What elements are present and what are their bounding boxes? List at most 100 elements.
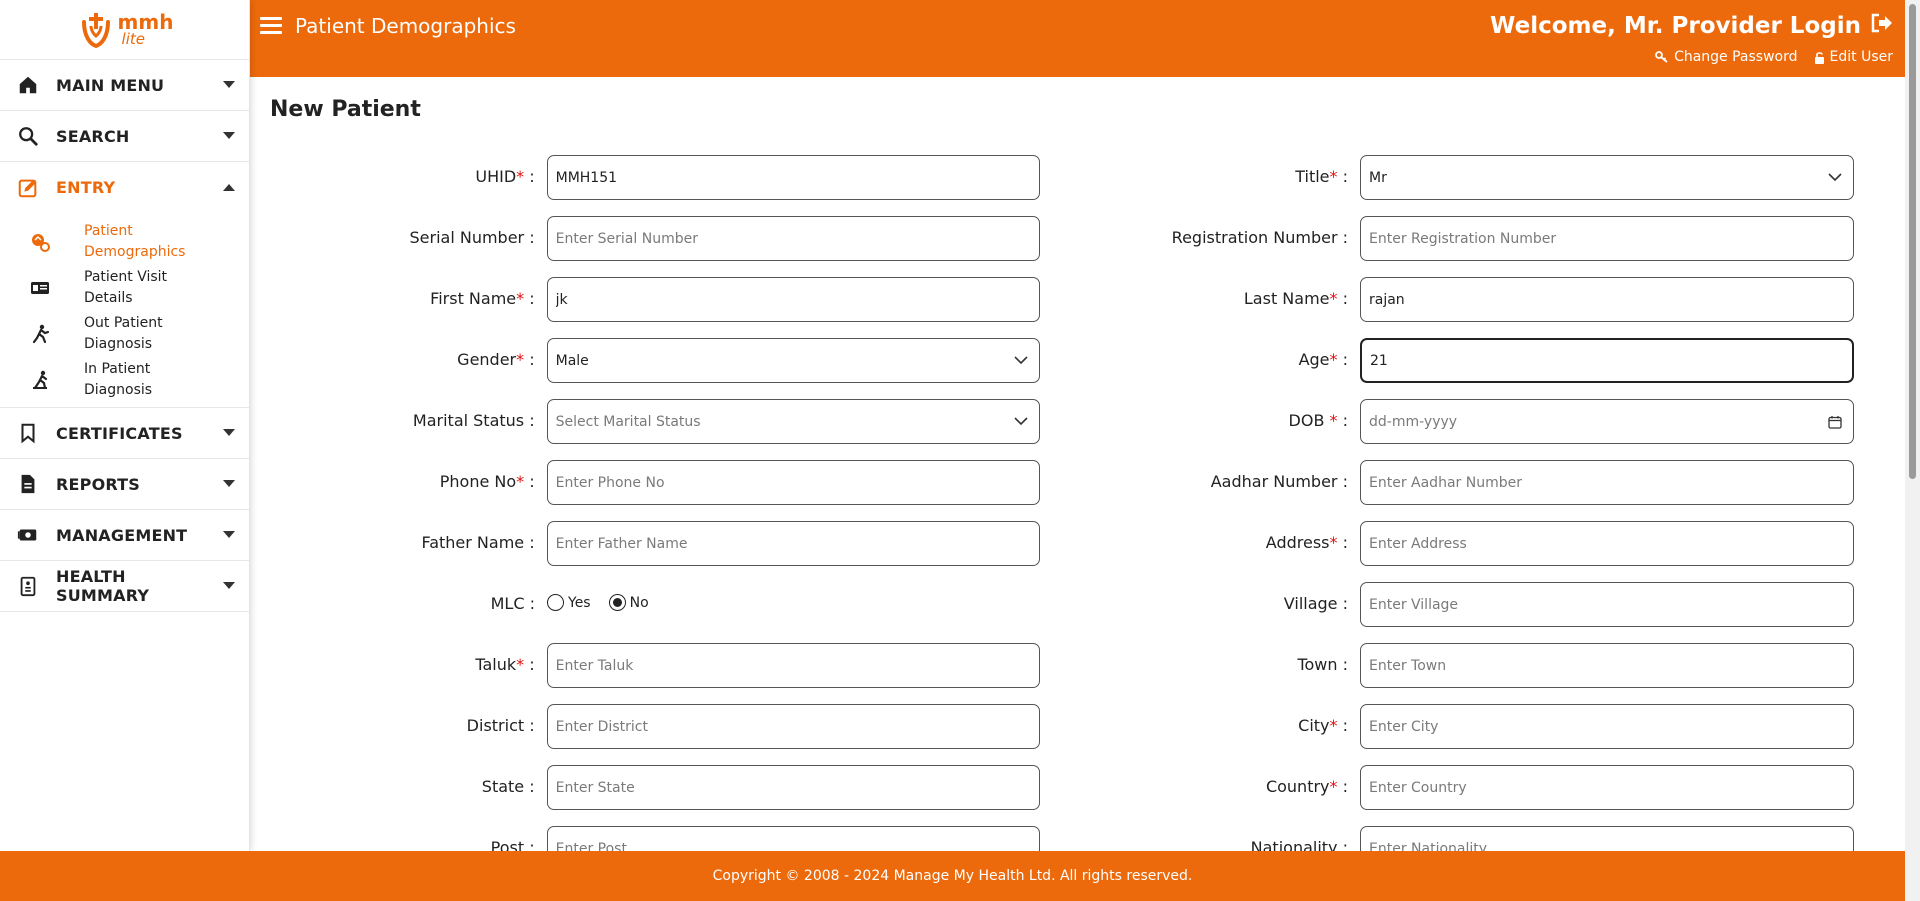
- village-input[interactable]: [1369, 596, 1845, 613]
- first-name-field: [546, 277, 1040, 322]
- copyright-text: Copyright © 2008 - 2024 Manage My Health…: [712, 868, 1193, 884]
- sidebar-subitem-patient-demographics[interactable]: Patient Demographics: [0, 219, 249, 265]
- mlc-radio-no[interactable]: No: [608, 594, 649, 611]
- aadhar-number-label-text: Aadhar Number: [1210, 472, 1338, 491]
- sidebar-subitem-in-patient-diagnosis[interactable]: In Patient Diagnosis: [0, 357, 249, 403]
- country-label: Country* :: [1265, 777, 1348, 796]
- mmh-logo-icon: [81, 12, 110, 48]
- city-label: City* :: [1298, 716, 1348, 735]
- father-name-label: Father Name :: [421, 533, 535, 552]
- sidebar-item-label: REPORTS: [56, 474, 141, 494]
- change-password-link[interactable]: Change Password: [1655, 49, 1798, 65]
- serial-number-input[interactable]: [555, 230, 1031, 247]
- calendar-icon[interactable]: [1825, 415, 1845, 429]
- home-icon: [0, 74, 56, 96]
- sidebar-item-management[interactable]: MANAGEMENT: [0, 510, 249, 561]
- sidebar-subitem-out-patient-diagnosis[interactable]: Out Patient Diagnosis: [0, 311, 249, 357]
- bed-person-icon: [0, 370, 56, 390]
- sidebar-item-entry[interactable]: ENTRY: [0, 162, 249, 213]
- form-row-post: Post :: [250, 826, 1040, 851]
- nationality-input[interactable]: [1369, 840, 1845, 851]
- gender-select[interactable]: Male: [546, 338, 1040, 383]
- marital-status-select-value: Select Marital Status: [555, 413, 701, 430]
- gender-select-value: Male: [555, 352, 589, 369]
- hamburger-menu-icon[interactable]: [260, 17, 282, 37]
- post-input[interactable]: [555, 840, 1031, 851]
- edit-icon: [0, 177, 56, 199]
- registration-number-label-text: Registration Number: [1171, 228, 1338, 247]
- edit-user-link[interactable]: Edit User: [1814, 49, 1893, 65]
- required-marker: *: [516, 472, 525, 491]
- marital-status-label-text: Marital Status: [412, 411, 525, 430]
- sidebar-subitem-patient-visit-details[interactable]: Patient Visit Details: [0, 265, 249, 311]
- sidebar-subitem-label: Out Patient Diagnosis: [84, 315, 163, 352]
- taluk-input[interactable]: [555, 657, 1031, 674]
- form-row-first-name: First Name* :: [250, 277, 1040, 338]
- chevron-down-icon: [1825, 173, 1845, 182]
- page-scrollbar[interactable]: [1905, 0, 1920, 901]
- form-row-town: Town :: [1050, 643, 1860, 704]
- age-label: Age* :: [1298, 350, 1348, 369]
- age-input[interactable]: [1370, 352, 1844, 369]
- country-field: [1360, 765, 1854, 810]
- top-header: Patient Demographics Welcome, Mr. Provid…: [250, 0, 1905, 77]
- logout-icon[interactable]: [1871, 13, 1893, 39]
- address-input[interactable]: [1369, 535, 1845, 552]
- state-input[interactable]: [555, 779, 1031, 796]
- lock-icon: [1814, 51, 1824, 64]
- sidebar-item-reports[interactable]: REPORTS: [0, 459, 249, 510]
- sidebar-subitem-label: In Patient Diagnosis: [84, 361, 153, 398]
- town-field: [1360, 643, 1854, 688]
- last-name-input[interactable]: [1369, 291, 1845, 308]
- sidebar-item-main-menu[interactable]: MAIN MENU: [0, 60, 249, 111]
- dob-date-input[interactable]: dd-mm-yyyy: [1360, 399, 1854, 444]
- sidebar-item-health-summary[interactable]: HEALTH SUMMARY: [0, 561, 249, 612]
- age-label-text: Age: [1298, 350, 1330, 369]
- caret-up-icon: [209, 183, 249, 192]
- phone-no-label-text: Phone No: [439, 472, 517, 491]
- aadhar-number-input[interactable]: [1369, 474, 1845, 491]
- form-row-gender: Gender* : Male: [250, 338, 1040, 399]
- serial-number-label: Serial Number :: [409, 228, 535, 247]
- sidebar-item-certificates[interactable]: CERTIFICATES: [0, 408, 249, 459]
- mlc-radio-yes[interactable]: Yes: [547, 594, 591, 611]
- registration-number-input[interactable]: [1369, 230, 1845, 247]
- phone-no-input[interactable]: [555, 474, 1031, 491]
- town-input[interactable]: [1369, 657, 1845, 674]
- city-input[interactable]: [1369, 718, 1845, 735]
- uhid-input[interactable]: [555, 169, 1031, 186]
- gender-label-text: Gender: [457, 350, 517, 369]
- state-field: [546, 765, 1040, 810]
- form-row-city: City* :: [1050, 704, 1860, 765]
- money-icon: [0, 524, 56, 546]
- form-row-uhid: UHID* :: [250, 155, 1040, 216]
- title-select[interactable]: Mr: [1360, 155, 1854, 200]
- form-row-state: State :: [250, 765, 1040, 826]
- required-marker: *: [1329, 533, 1338, 552]
- district-input[interactable]: [555, 718, 1031, 735]
- father-name-input[interactable]: [555, 535, 1031, 552]
- caret-down-icon: [209, 582, 249, 590]
- id-card-icon: [0, 278, 56, 298]
- taluk-field: [546, 643, 1040, 688]
- header-links: Change Password Edit User: [1655, 49, 1893, 65]
- patient-demographics-icon: [0, 232, 56, 252]
- sidebar-item-search[interactable]: SEARCH: [0, 111, 249, 162]
- address-label: Address* :: [1265, 533, 1348, 552]
- key-icon: [1655, 51, 1668, 63]
- radio-button[interactable]: [547, 594, 564, 611]
- uhid-field: [546, 155, 1040, 200]
- welcome-text: Welcome, Mr. Provider Login: [1490, 13, 1861, 39]
- logo[interactable]: mmh lite: [0, 0, 249, 60]
- radio-label: Yes: [568, 594, 591, 611]
- marital-status-select[interactable]: Select Marital Status: [546, 399, 1040, 444]
- caret-down-icon: [209, 480, 249, 488]
- uhid-label-text: UHID: [475, 167, 517, 186]
- scrollbar-thumb[interactable]: [1909, 4, 1916, 479]
- footer: Copyright © 2008 - 2024 Manage My Health…: [0, 851, 1905, 901]
- nationality-label: Nationality :: [1050, 826, 1360, 851]
- form-row-aadhar-number: Aadhar Number :: [1050, 460, 1860, 521]
- radio-button[interactable]: [608, 594, 626, 611]
- country-input[interactable]: [1369, 779, 1845, 796]
- first-name-input[interactable]: [555, 291, 1031, 308]
